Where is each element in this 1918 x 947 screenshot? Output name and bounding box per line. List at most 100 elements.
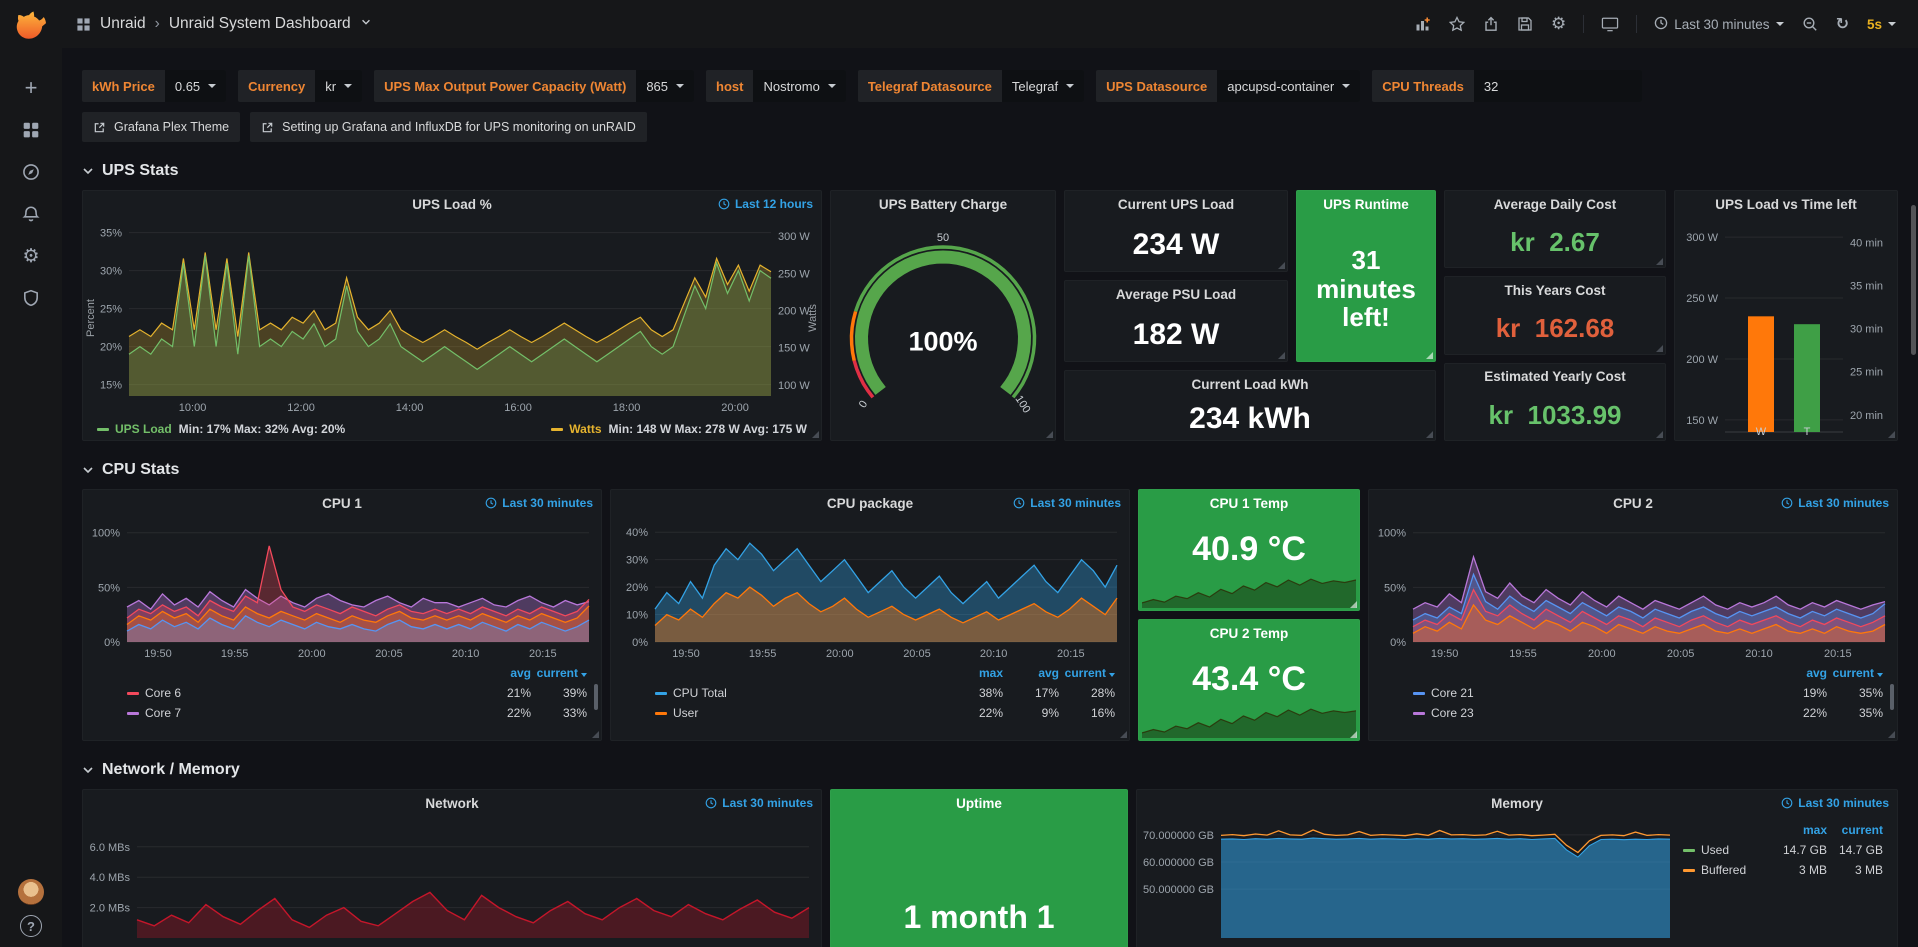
cpu-threads-input[interactable]: 32 xyxy=(1474,70,1642,102)
svg-text:30%: 30% xyxy=(626,555,648,567)
legend-series-name[interactable]: CPU Total xyxy=(655,686,947,700)
panel-cpu-package: CPU package Last 30 minutes 0%10%20%30%4… xyxy=(610,489,1130,741)
variable-host[interactable]: host Nostromo xyxy=(706,70,846,102)
legend-series-name[interactable]: UPS Load xyxy=(115,422,172,436)
chart-canvas: 0%50%100%19:5019:5520:0020:0520:1020:15 xyxy=(83,516,601,662)
legend-series-name[interactable]: Core 23 xyxy=(1413,706,1771,720)
star-button[interactable] xyxy=(1441,8,1473,40)
section-ups-stats[interactable]: UPS Stats xyxy=(82,162,1898,180)
svg-text:19:55: 19:55 xyxy=(1509,648,1537,660)
panel-title[interactable]: Current Load kWh xyxy=(1192,377,1309,392)
variable-value-dropdown[interactable]: Nostromo xyxy=(753,70,845,102)
explore-compass-icon[interactable] xyxy=(8,151,54,193)
panel-ups-load-vs-time-left: UPS Load vs Time left 150 W200 W250 W300… xyxy=(1674,190,1898,441)
caret-down-icon xyxy=(344,84,352,88)
legend-row: User22%9%16% xyxy=(655,703,1115,723)
svg-text:300 W: 300 W xyxy=(778,231,810,243)
panel-title[interactable]: Network xyxy=(425,796,478,811)
panel-title[interactable]: Estimated Yearly Cost xyxy=(1484,369,1626,384)
refresh-button[interactable]: ↻ xyxy=(1828,8,1857,40)
configuration-gear-icon[interactable]: ⚙ xyxy=(8,235,54,277)
panel-title[interactable]: This Years Cost xyxy=(1504,283,1605,298)
legend-series-name[interactable]: Buffered xyxy=(1683,863,1771,877)
help-icon[interactable]: ? xyxy=(20,915,42,937)
breadcrumb-folder[interactable]: Unraid xyxy=(100,15,146,33)
variable-value-dropdown[interactable]: Telegraf xyxy=(1002,70,1084,102)
panel-average-psu-load: Average PSU Load 182 W xyxy=(1064,280,1288,362)
legend-row: Core 2322%35% xyxy=(1413,703,1883,723)
panel-title[interactable]: CPU 2 xyxy=(1613,496,1653,511)
svg-text:60.000000 GB: 60.000000 GB xyxy=(1143,857,1214,869)
tv-mode-button[interactable] xyxy=(1593,8,1627,40)
cpu2-temp-sparkline xyxy=(1142,704,1356,738)
clock-icon xyxy=(1781,797,1793,809)
grafana-logo-icon[interactable] xyxy=(13,7,49,43)
dashboards-icon[interactable] xyxy=(8,109,54,151)
svg-text:30 min: 30 min xyxy=(1850,324,1883,336)
panel-title[interactable]: Uptime xyxy=(956,796,1002,811)
share-button[interactable] xyxy=(1475,8,1507,40)
variable-ups-max-power[interactable]: UPS Max Output Power Capacity (Watt) 865 xyxy=(374,70,694,102)
variable-value-dropdown[interactable]: 0.65 xyxy=(165,70,226,102)
svg-text:W: W xyxy=(1756,426,1767,438)
breadcrumb-dashboard-title[interactable]: Unraid System Dashboard xyxy=(169,15,351,33)
cpu-package-chart: 0%10%20%30%40%19:5019:5520:0020:0520:102… xyxy=(611,516,1129,662)
panel-title[interactable]: Current UPS Load xyxy=(1118,197,1234,212)
panel-title[interactable]: CPU package xyxy=(827,496,913,511)
variable-telegraf-datasource[interactable]: Telegraf Datasource Telegraf xyxy=(858,70,1084,102)
apps-grid-icon[interactable] xyxy=(76,17,91,32)
link-ups-monitoring-guide[interactable]: Setting up Grafana and InfluxDB for UPS … xyxy=(250,112,647,142)
legend-series-name[interactable]: Watts xyxy=(569,422,601,436)
create-plus-icon[interactable]: + xyxy=(8,67,54,109)
legend-series-name[interactable]: User xyxy=(655,706,947,720)
variable-ups-datasource[interactable]: UPS Datasource apcupsd-container xyxy=(1096,70,1360,102)
svg-text:20:00: 20:00 xyxy=(298,648,326,660)
legend-scrollbar[interactable] xyxy=(1890,684,1894,710)
svg-text:T: T xyxy=(1804,426,1811,438)
legend-scrollbar[interactable] xyxy=(594,684,598,710)
add-panel-button[interactable] xyxy=(1407,8,1439,40)
save-button[interactable] xyxy=(1509,8,1541,40)
variable-kwh-price[interactable]: kWh Price 0.65 xyxy=(82,70,226,102)
panel-title[interactable]: UPS Battery Charge xyxy=(879,197,1007,212)
chart-canvas: 150 W200 W250 W300 W20 min25 min30 min35… xyxy=(1675,217,1897,440)
link-grafana-plex-theme[interactable]: Grafana Plex Theme xyxy=(82,112,240,142)
user-avatar[interactable] xyxy=(18,879,44,905)
legend-series-name[interactable]: Core 6 xyxy=(127,686,475,700)
panel-title[interactable]: UPS Runtime xyxy=(1323,197,1409,212)
panel-title[interactable]: CPU 1 Temp xyxy=(1210,496,1289,511)
alerting-bell-icon[interactable] xyxy=(8,193,54,235)
zoom-out-button[interactable] xyxy=(1794,8,1826,40)
load-vs-time-bar-chart: 150 W200 W250 W300 W20 min25 min30 min35… xyxy=(1675,217,1897,441)
chart-canvas: 2.0 MBs4.0 MBs6.0 MBs xyxy=(83,816,821,946)
dashboard-settings-gear-icon[interactable]: ⚙ xyxy=(1543,8,1574,40)
variable-value-dropdown[interactable]: kr xyxy=(315,70,362,102)
time-range-picker[interactable]: Last 30 minutes xyxy=(1646,8,1791,40)
cpu2-chart: 0%50%100%19:5019:5520:0020:0520:1020:15 xyxy=(1369,516,1897,662)
panel-title[interactable]: Average Daily Cost xyxy=(1494,197,1617,212)
section-network-memory[interactable]: Network / Memory xyxy=(82,761,1898,779)
variable-currency[interactable]: Currency kr xyxy=(238,70,362,102)
panel-title[interactable]: Memory xyxy=(1491,796,1543,811)
chart-canvas: 050100100% xyxy=(831,217,1055,440)
variable-value-dropdown[interactable]: apcupsd-container xyxy=(1217,70,1360,102)
legend-series-name[interactable]: Used xyxy=(1683,843,1771,857)
panel-title[interactable]: CPU 1 xyxy=(322,496,362,511)
chart-canvas: 0%50%100%19:5019:5520:0020:0520:1020:15 xyxy=(1369,516,1897,662)
svg-text:19:50: 19:50 xyxy=(672,648,700,660)
chevron-down-icon[interactable] xyxy=(360,15,372,33)
section-cpu-stats[interactable]: CPU Stats xyxy=(82,461,1898,479)
variable-cpu-threads[interactable]: CPU Threads 32 xyxy=(1372,70,1642,102)
legend-series-name[interactable]: Core 21 xyxy=(1413,686,1771,700)
panel-title[interactable]: CPU 2 Temp xyxy=(1210,626,1289,641)
panel-title[interactable]: UPS Load vs Time left xyxy=(1715,197,1857,212)
panel-title[interactable]: Average PSU Load xyxy=(1116,287,1236,302)
refresh-interval-picker[interactable]: 5s xyxy=(1859,8,1904,40)
variable-value-dropdown[interactable]: 865 xyxy=(636,70,694,102)
legend-series-name[interactable]: Core 7 xyxy=(127,706,475,720)
page-scrollbar[interactable] xyxy=(1911,205,1916,355)
panel-title[interactable]: UPS Load % xyxy=(412,197,492,212)
panel-estimated-yearly-cost: Estimated Yearly Cost kr 1033.99 xyxy=(1444,363,1666,441)
server-admin-shield-icon[interactable] xyxy=(8,277,54,319)
memory-legend: maxcurrent Used14.7 GB14.7 GB Buffered3 … xyxy=(1683,820,1883,880)
